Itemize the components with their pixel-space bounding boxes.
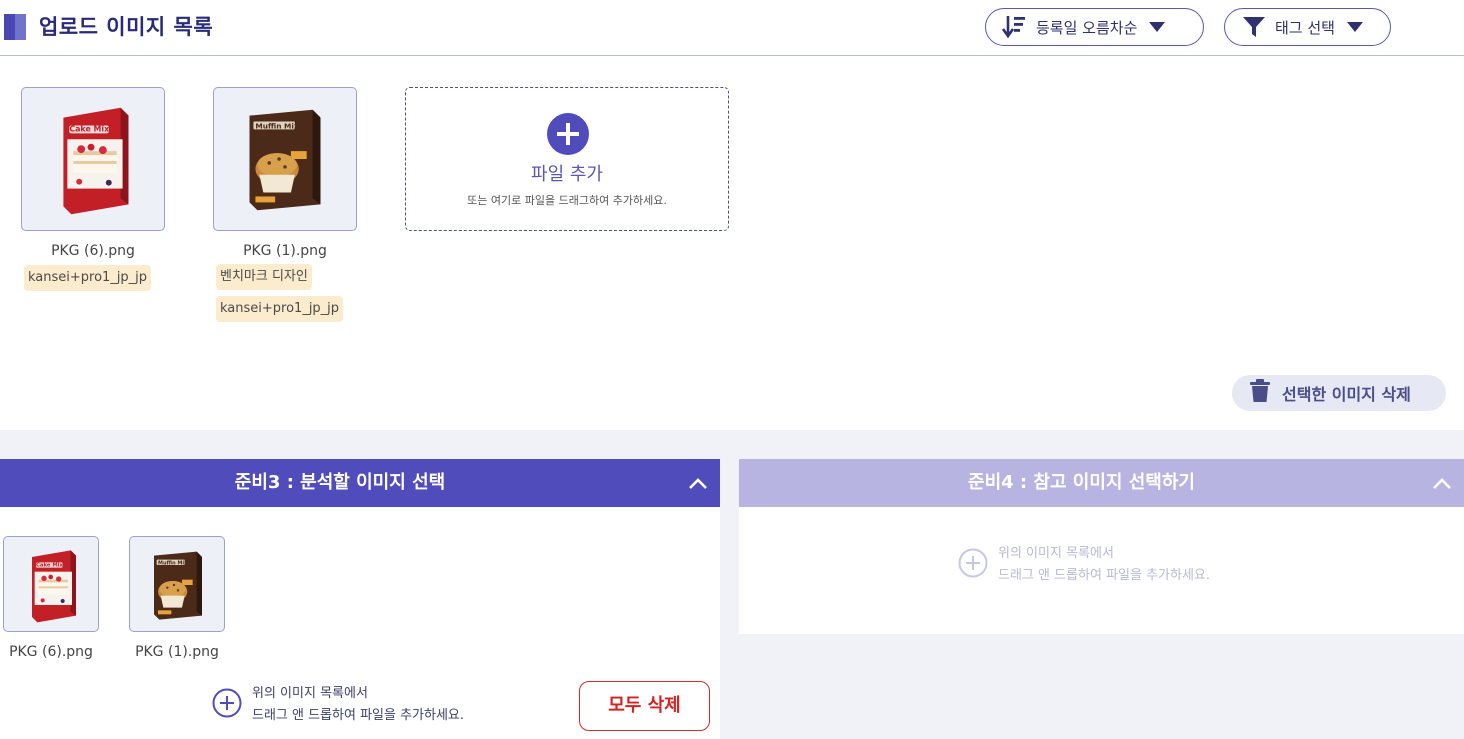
- cake-mix-thumbnail: Cake Mix: [22, 88, 164, 230]
- image-tag[interactable]: 벤치마크 디자인: [216, 264, 312, 290]
- chevron-up-icon[interactable]: [1431, 473, 1453, 495]
- step4-drop-hint: 위의 이미지 목록에서 드래그 앤 드롭하여 파일을 추가하세요.: [958, 543, 1210, 587]
- clear-all-button[interactable]: 모두 삭제: [579, 681, 710, 731]
- selected-image-filename: PKG (1).png: [135, 644, 219, 660]
- selected-image-muffin-mix[interactable]: Muffin Mix: [129, 536, 225, 632]
- add-circle-icon: [212, 688, 242, 722]
- svg-text:Cake Mix: Cake Mix: [69, 124, 109, 133]
- filter-icon: [1243, 16, 1265, 38]
- hint-line: 위의 이미지 목록에서: [998, 546, 1114, 561]
- image-card-muffin-mix[interactable]: Muffin Mix: [213, 87, 357, 231]
- cake-mix-thumbnail: Cake Mix: [4, 537, 99, 632]
- image-tag[interactable]: kansei+pro1_jp_jp: [216, 296, 344, 322]
- chevron-down-icon: [1346, 21, 1363, 33]
- delete-selected-label: 선택한 이미지 삭제: [1282, 385, 1411, 404]
- delete-selected-images-button[interactable]: 선택한 이미지 삭제: [1232, 375, 1446, 411]
- tag-filter-label: 태그 선택: [1275, 18, 1335, 37]
- image-filename: PKG (1).png: [243, 243, 327, 259]
- svg-text:Muffin Mix: Muffin Mix: [158, 560, 188, 566]
- chevron-up-icon[interactable]: [687, 473, 709, 495]
- muffin-mix-thumbnail: Muffin Mix: [130, 537, 225, 632]
- hint-line: 드래그 앤 드롭하여 파일을 추가하세요.: [998, 568, 1211, 583]
- svg-text:Cake Mix: Cake Mix: [36, 562, 64, 568]
- step3-header: 준비3 : 분석할 이미지 선택: [0, 459, 720, 507]
- selected-image-filename: PKG (6).png: [9, 644, 93, 660]
- step3-title: 준비3 : 분석할 이미지 선택: [234, 472, 446, 493]
- image-card-cake-mix[interactable]: Cake Mix: [21, 87, 165, 231]
- image-tag[interactable]: kansei+pro1_jp_jp: [24, 265, 152, 291]
- image-filename: PKG (6).png: [51, 243, 135, 259]
- page-title: 업로드 이미지 목록: [39, 15, 214, 39]
- chevron-down-icon: [1149, 21, 1166, 33]
- add-circle-icon: [958, 548, 988, 582]
- hint-line: 위의 이미지 목록에서: [252, 686, 368, 701]
- selected-image-cake-mix[interactable]: Cake Mix: [3, 536, 99, 632]
- add-file-icon: [546, 112, 590, 160]
- sort-label: 등록일 오름차순: [1036, 18, 1138, 37]
- hint-line: 드래그 앤 드롭하여 파일을 추가하세요.: [252, 708, 465, 723]
- svg-text:Muffin Mix: Muffin Mix: [255, 121, 298, 130]
- sort-descending-icon: [1002, 14, 1026, 40]
- muffin-mix-thumbnail: Muffin Mix: [214, 88, 356, 230]
- page-header: 업로드 이미지 목록 등록일 오름차순 태그 선택: [0, 0, 1464, 56]
- trash-icon: [1250, 379, 1270, 407]
- tag-filter-dropdown[interactable]: 태그 선택: [1224, 8, 1391, 46]
- sort-dropdown[interactable]: 등록일 오름차순: [985, 8, 1204, 46]
- title-marker-icon: [4, 14, 26, 40]
- file-dropzone[interactable]: 파일 추가 또는 여기로 파일을 드래그하여 추가하세요.: [405, 87, 729, 231]
- dropzone-subtitle: 또는 여기로 파일을 드래그하여 추가하세요.: [467, 194, 667, 207]
- step3-drop-hint: 위의 이미지 목록에서 드래그 앤 드롭하여 파일을 추가하세요.: [212, 683, 464, 727]
- step4-title: 준비4 : 참고 이미지 선택하기: [968, 472, 1195, 493]
- dropzone-title: 파일 추가: [531, 164, 603, 185]
- step4-header: 준비4 : 참고 이미지 선택하기: [739, 459, 1464, 507]
